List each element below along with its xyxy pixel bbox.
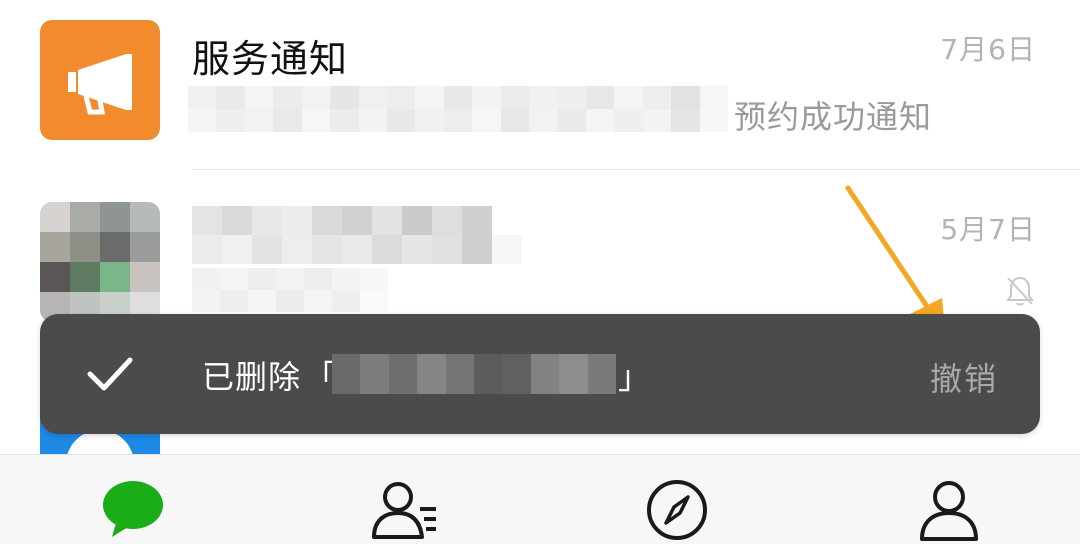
bottom-tab-bar — [0, 454, 1080, 544]
chat-bubble-icon — [103, 481, 163, 537]
toast-bracket-close: 」 — [618, 358, 651, 396]
chat-time: 7月6日 — [940, 33, 1036, 66]
deleted-toast: 已删除 「 」 撤销 — [40, 314, 1040, 434]
chat-time: 5月7日 — [940, 213, 1036, 246]
check-icon — [87, 357, 133, 391]
blurred-avatar — [40, 202, 160, 322]
compass-icon — [647, 480, 707, 540]
megaphone-icon — [68, 54, 132, 115]
service-notice-avatar — [40, 20, 160, 140]
chat-title: 服务通知 — [192, 37, 349, 81]
blurred-preview-text — [188, 86, 728, 132]
chat-preview-text: 预约成功通知 — [734, 98, 933, 136]
toast-message: 已删除 — [202, 358, 302, 396]
tab-chats[interactable] — [98, 475, 168, 544]
undo-button[interactable]: 撤销 — [930, 354, 998, 400]
bell-off-icon — [1006, 276, 1034, 306]
tab-contacts[interactable] — [370, 475, 440, 544]
blurred-chat-title — [192, 206, 522, 264]
tab-me[interactable] — [914, 475, 984, 544]
person-icon — [920, 481, 978, 541]
blurred-deleted-name — [332, 354, 616, 394]
chat-row-service-notice[interactable]: 服务通知 7月6日 预约成功通知 — [0, 0, 1080, 170]
tab-discover[interactable] — [642, 475, 712, 544]
blurred-chat-preview — [192, 268, 388, 312]
chat-row-blurred[interactable]: 5月7日 — [0, 170, 1080, 322]
chat-list-screen: 服务通知 7月6日 预约成功通知 5月7日 已删除 「 」 撤销 — [0, 0, 1080, 544]
contacts-icon — [372, 482, 436, 539]
